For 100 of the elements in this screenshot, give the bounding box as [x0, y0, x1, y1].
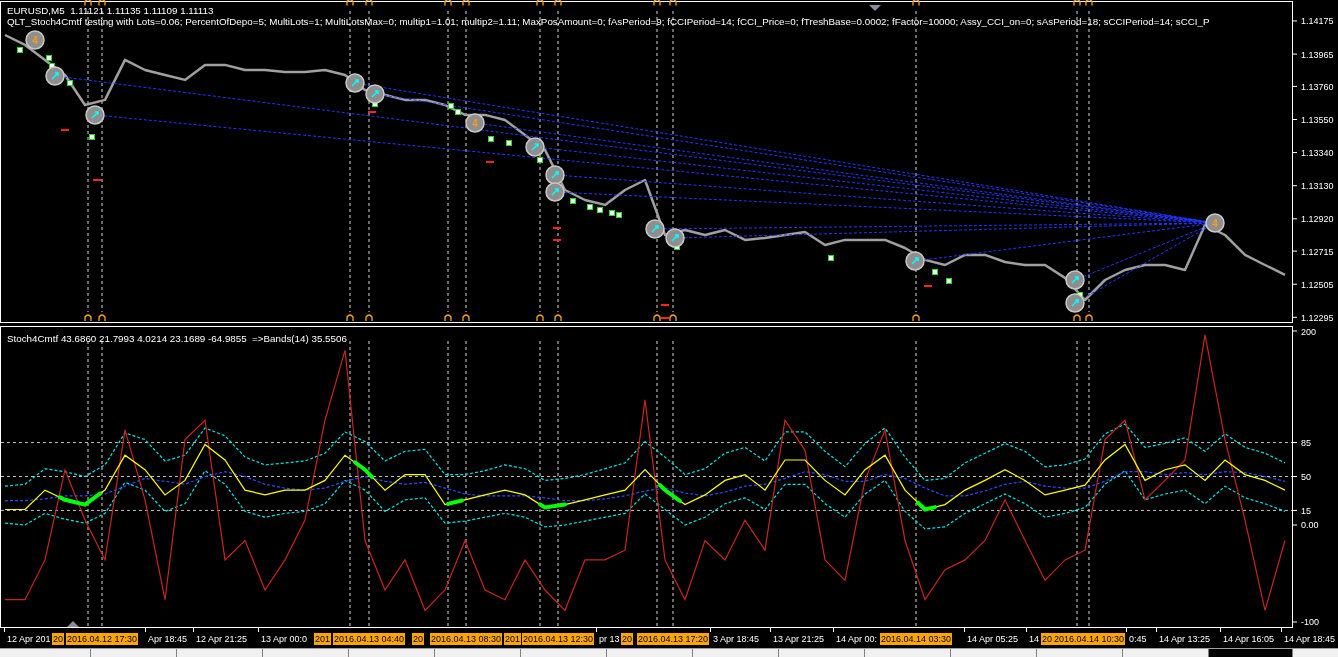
arch-marker-icon [365, 314, 373, 322]
arch-marker-icon [444, 0, 452, 7]
order-marker-icon [488, 136, 494, 142]
dash-marker-icon [661, 304, 669, 306]
value-label: 85 [1301, 438, 1311, 449]
symbol-info: EURUSD,M5 1.11121 1.11135 1.11109 1.11113 [7, 6, 214, 16]
arch-marker-icon [912, 0, 920, 7]
value-label: 50 [1301, 472, 1311, 482]
time-label: 14 Apr 05:25 [967, 633, 1019, 645]
order-marker-icon [67, 80, 73, 86]
order-marker-icon [89, 134, 95, 140]
trade-marker-icon [545, 165, 565, 185]
time-label: 12 Apr 201 [7, 633, 51, 645]
order-marker-icon [506, 140, 512, 146]
time-label: 14 Apr 18:45 [1284, 633, 1336, 645]
arch-marker-icon [653, 0, 661, 7]
price-label: 1.13130 [1301, 181, 1334, 192]
line-time-label: 2016.04.13 17:20 [637, 633, 710, 645]
order-marker-icon [46, 55, 52, 61]
triangle-marker-icon [869, 5, 881, 11]
order-marker-icon [828, 255, 834, 261]
line-time-label: 2016.04.13 12:30 [522, 633, 595, 645]
arch-marker-icon [653, 314, 661, 322]
line-time-label: 2016.04.13 04:40 [333, 633, 406, 645]
dash-marker-icon [924, 285, 932, 287]
trade-marker: 4 [465, 113, 485, 133]
dash-marker-icon [486, 161, 494, 163]
highlight-segment [916, 500, 937, 512]
highlight-segment [538, 502, 567, 510]
dash-marker-icon [553, 227, 561, 229]
price-label: 1.14175 [1301, 16, 1334, 27]
line-time-label: 20 [1041, 633, 1053, 645]
value-label: -100 [1301, 617, 1319, 628]
time-label: pr 13 [599, 633, 620, 645]
arch-marker-icon [536, 0, 544, 7]
price-label: 1.12715 [1301, 246, 1334, 257]
arch-marker-icon [444, 314, 452, 322]
trade-marker-icon [45, 66, 65, 86]
arch-marker-icon [1085, 314, 1093, 322]
order-marker-icon [570, 198, 576, 204]
line-time-label: 2016.04.14 03:30 [880, 633, 953, 645]
arch-marker-icon [554, 0, 562, 7]
arch-marker-icon [912, 314, 920, 322]
price-label: 1.13760 [1301, 81, 1334, 92]
time-label: 3 Apr 18:45 [713, 633, 760, 645]
price-label: 1.12295 [1301, 312, 1334, 323]
order-marker-icon [597, 207, 603, 213]
time-label: 14 Apr 00: [836, 633, 878, 645]
expert-info: QLT_Stoch4Cmtf testing with Lots=0.06; PercentOfDepo=5; MultiLots=1; MultiLotsMax=0; multip1=1.01; multip2=1.11; MaxPosAmount=0; fAsPeriod=9; fCCIPeriod=14; fCCI_Price=0; fTreshBase=0.0002; fFactor=10000; Assy_CCI_on=0; sAsPeriod=18; sCCIPeriod=14; sCCI_P [7, 17, 1210, 27]
arch-marker-icon [462, 0, 470, 7]
time-label: 14 [1029, 633, 1039, 645]
arch-marker-icon [669, 314, 677, 322]
line-time-label: 201 [314, 633, 332, 645]
price-label: 1.12505 [1301, 279, 1334, 290]
line-time-label: 2016.04.12 17:30 [66, 633, 139, 645]
time-label: 13 Apr 00:0 [261, 633, 308, 645]
trade-marker-icon [665, 228, 685, 248]
dash-marker-icon [553, 239, 561, 241]
trade-marker-icon [1065, 293, 1085, 313]
time-label: 0:45 [1129, 633, 1147, 645]
line-time-label: 2016.04.14 10:30 [1053, 633, 1126, 645]
trade-marker-icon [365, 84, 385, 104]
trade-marker-icon [645, 219, 665, 239]
highlight-segment [658, 483, 682, 503]
arch-marker-icon [84, 0, 92, 7]
value-label: 200 [1301, 326, 1317, 337]
price-label: 1.13550 [1301, 115, 1334, 125]
line-time-label: 20 [52, 633, 64, 645]
value-label: 0.00 [1301, 520, 1319, 531]
line-time-label: 2016.04.13 08:30 [430, 633, 503, 645]
arch-marker-icon [536, 314, 544, 322]
trade-marker-icon [345, 73, 365, 93]
line-time-label: 201 [504, 633, 522, 645]
time-label: 13 Apr 21:25 [773, 633, 825, 645]
arch-marker-icon [462, 314, 470, 322]
highlight-segment [58, 491, 102, 507]
arch-marker-icon [346, 314, 354, 322]
arch-marker-icon [98, 314, 106, 322]
highlight-segment [446, 498, 464, 506]
time-label: 14 Apr 16:05 [1223, 633, 1275, 645]
time-label: 14 Apr 13:25 [1159, 633, 1211, 645]
arch-marker-icon [84, 314, 92, 322]
dash-marker-icon [661, 317, 669, 319]
arch-marker-icon [1073, 0, 1081, 7]
dash-marker-icon [368, 111, 376, 113]
trade-marker-icon [545, 182, 565, 202]
order-marker-icon [17, 47, 23, 53]
arch-marker-icon [554, 314, 562, 322]
highlight-segment [353, 460, 374, 479]
line-time-label: 20 [412, 633, 424, 645]
triangle-marker-icon [67, 621, 79, 627]
trade-marker-icon [1065, 270, 1085, 290]
trade-marker: 4 [1205, 213, 1225, 233]
trade-marker: 4 [25, 30, 45, 50]
line-time-label: 20 [621, 633, 633, 645]
arch-marker-icon [1085, 0, 1093, 7]
price-label: 1.13965 [1301, 49, 1334, 60]
indicator-info: Stoch4Cmtf 43.6860 21.7993 4.0214 23.1689 -64.9855 =>Bands(14) 35.5506 [7, 333, 347, 344]
order-marker-icon [587, 204, 593, 210]
order-marker-icon [932, 269, 938, 275]
